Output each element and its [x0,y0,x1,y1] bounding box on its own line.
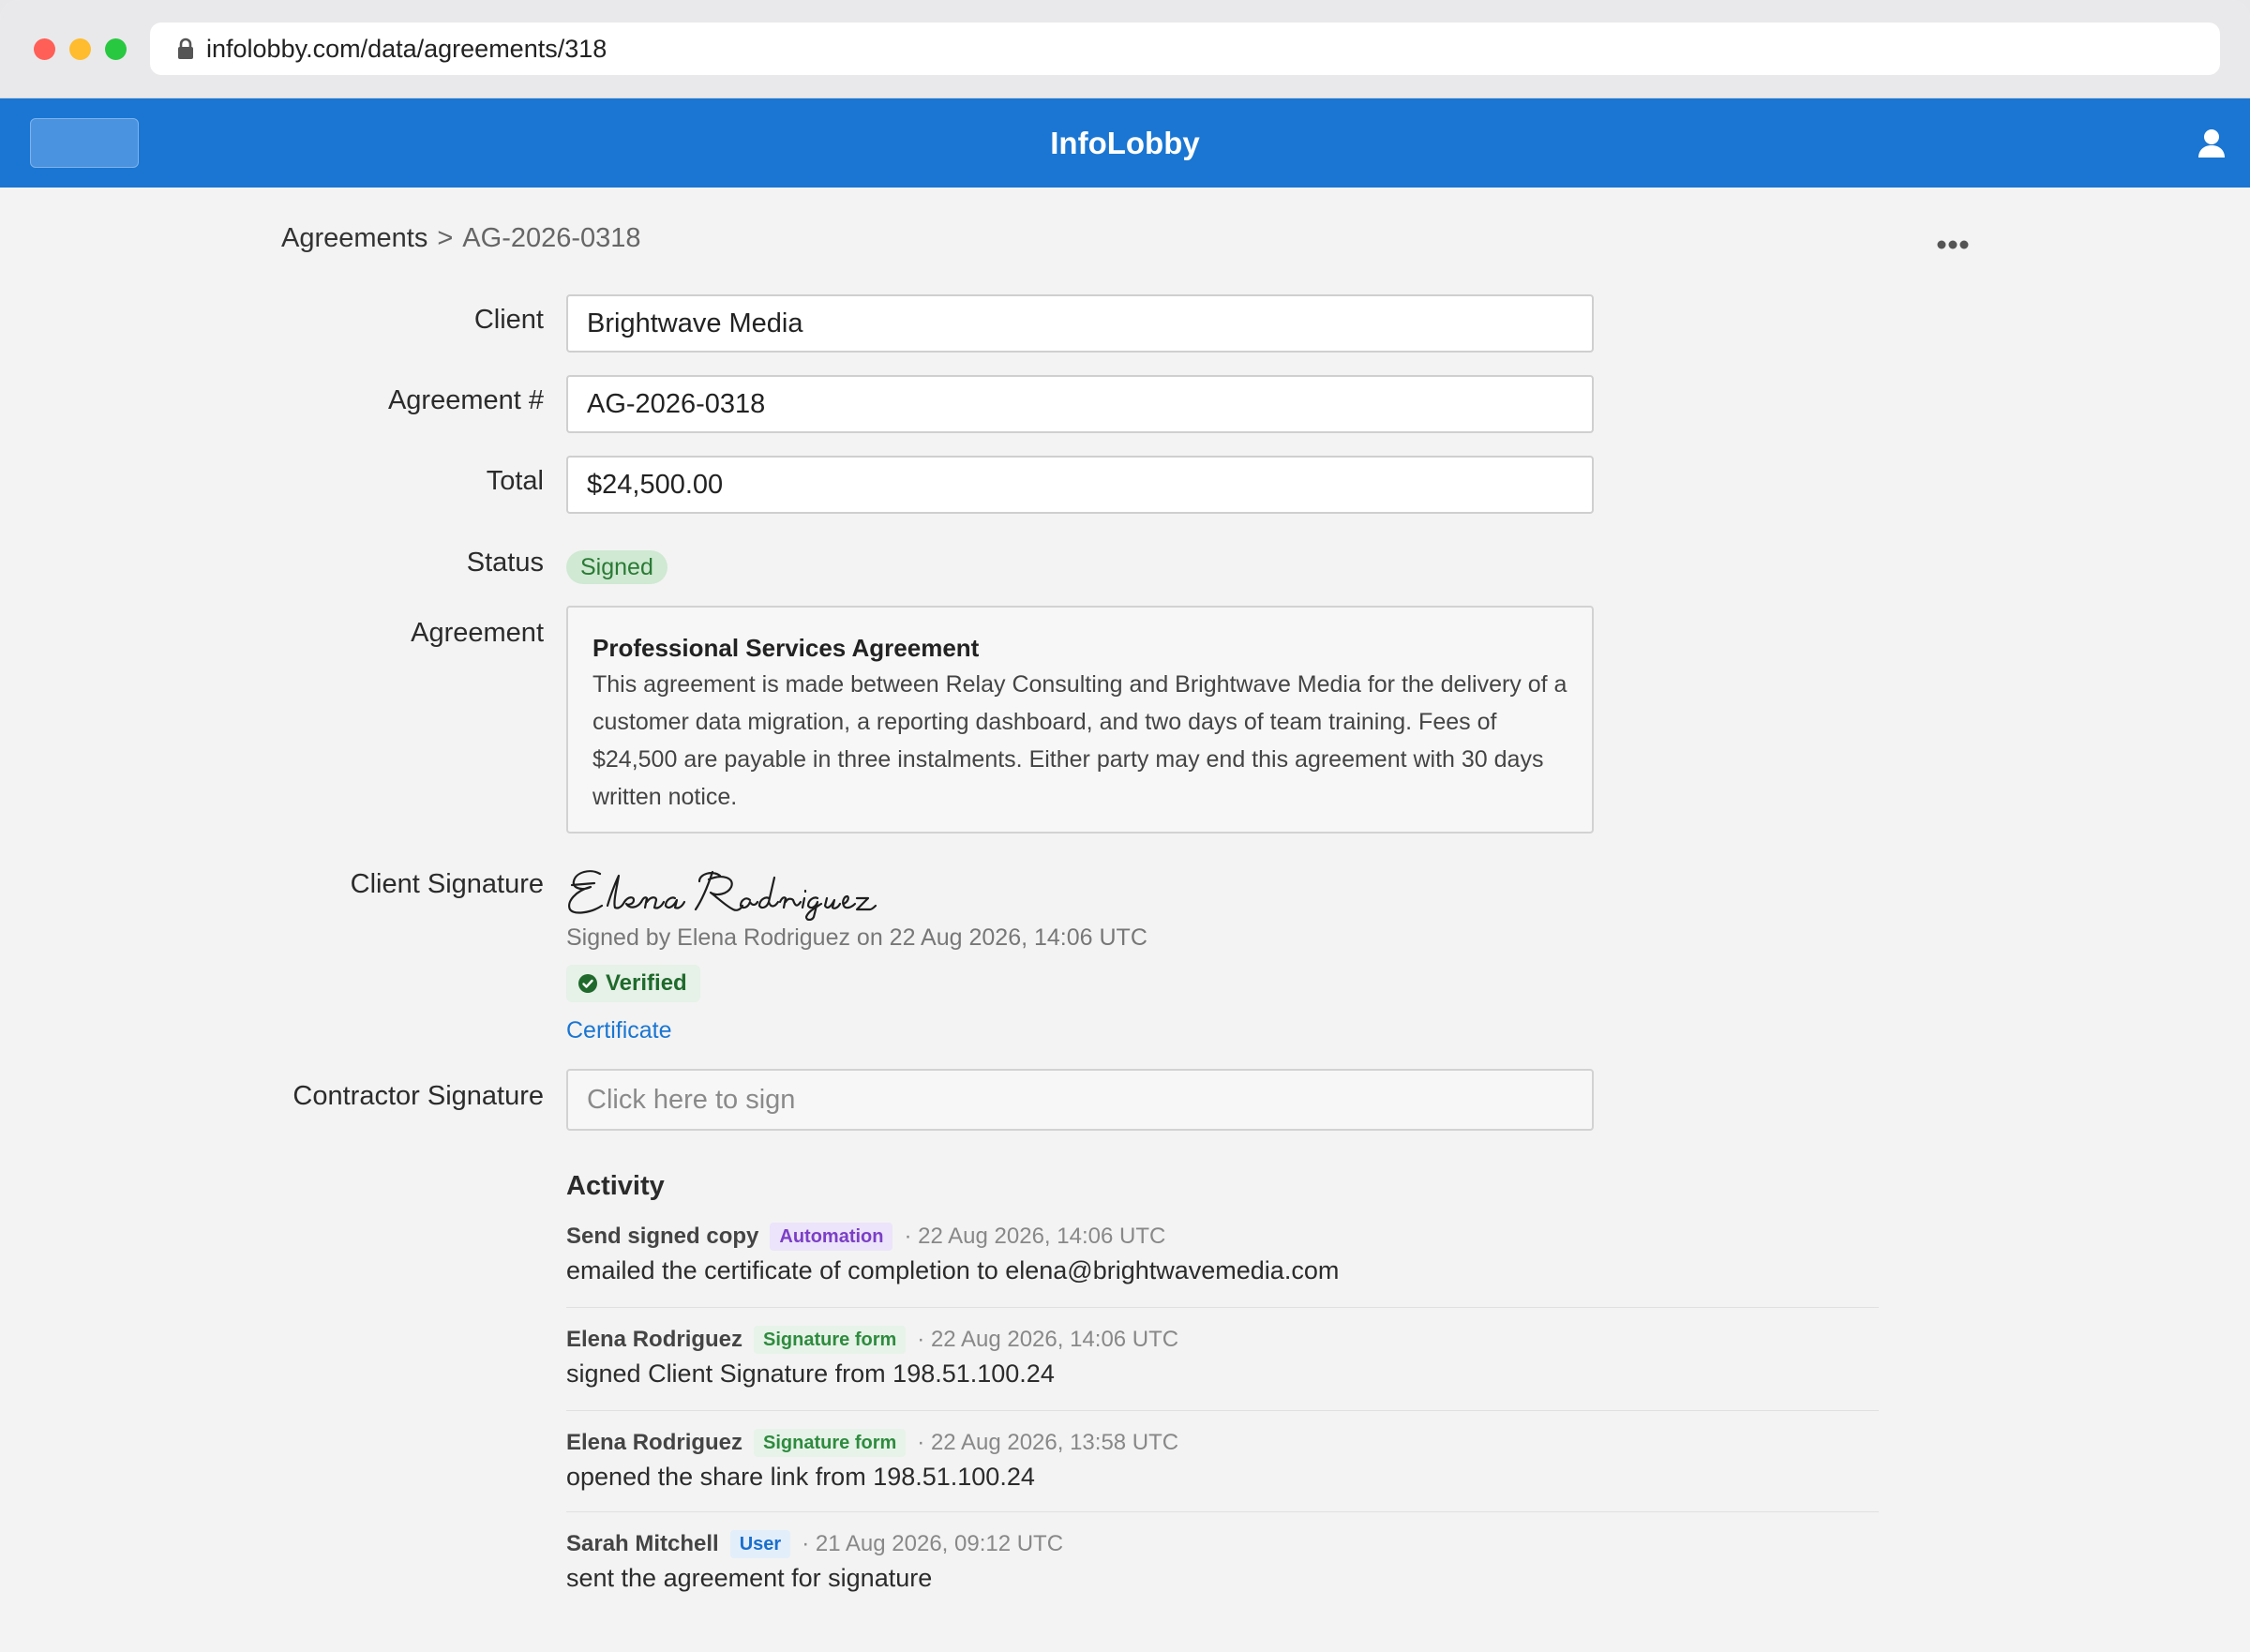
close-window-button[interactable] [34,38,55,60]
activity-source-tag: Signature form [754,1429,907,1457]
agreement-number-field[interactable]: AG-2026-0318 [566,375,1594,433]
address-bar[interactable]: infolobby.com/data/agreements/318 [150,23,2220,75]
client-signature-image [568,870,878,921]
activity-source-tag: Signature form [754,1326,907,1354]
activity-item: Elena Rodriguez Signature form · 22 Aug … [566,1427,1879,1492]
activity-text: signed Client Signature from 198.51.100.… [566,1359,1055,1388]
activity-actor: Elena Rodriguez [566,1327,743,1352]
verified-badge: Verified [566,965,700,1002]
activity-text: sent the agreement for signature [566,1564,933,1592]
activity-source-tag: Automation [770,1223,893,1251]
user-icon[interactable] [2198,128,2226,158]
check-circle-icon [578,974,597,993]
app-header: InfoLobby [0,98,2250,188]
breadcrumb: Agreements > AG-2026-0318 [281,223,641,254]
activity-actor: Send signed copy [566,1224,759,1249]
activity-divider [566,1410,1879,1411]
agreement-title: Professional Services Agreement [592,634,980,662]
status-badge: Signed [566,550,668,584]
agreement-content: Professional Services Agreement This agr… [566,606,1594,834]
verified-label: Verified [606,970,687,996]
agreement-number-label: Agreement # [387,385,544,415]
activity-text: emailed the certificate of completion to… [566,1256,1340,1284]
activity-title: Activity [566,1171,665,1201]
activity-source-tag: User [729,1530,791,1558]
activity-time: · 21 Aug 2026, 09:12 UTC [802,1531,1064,1556]
status-label: Status [466,548,544,578]
activity-item: Send signed copy Automation · 22 Aug 202… [566,1221,1879,1285]
activity-divider [566,1511,1879,1512]
client-field[interactable]: Brightwave Media [566,294,1594,353]
certificate-link[interactable]: Certificate [566,1017,672,1044]
total-label: Total [486,466,544,496]
contractor-signature-label: Contractor Signature [292,1081,544,1111]
app-title: InfoLobby [1050,126,1200,160]
activity-item: Elena Rodriguez Signature form · 22 Aug … [566,1324,1879,1389]
lock-icon [178,38,193,59]
activity-time: · 22 Aug 2026, 14:06 UTC [917,1327,1179,1352]
activity-actor: Elena Rodriguez [566,1430,743,1455]
browser-window: infolobby.com/data/agreements/318 InfoLo… [0,0,2250,1652]
activity-item: Sarah Mitchell User · 21 Aug 2026, 09:12… [566,1528,1879,1593]
more-icon[interactable] [1937,238,1969,251]
client-label: Client [473,305,544,335]
breadcrumb-separator: > [437,223,454,253]
maximize-window-button[interactable] [105,38,127,60]
minimize-window-button[interactable] [69,38,91,60]
activity-time: · 22 Aug 2026, 14:06 UTC [904,1224,1166,1249]
agreement-text: This agreement is made between Relay Con… [592,671,1568,810]
total-field[interactable]: $24,500.00 [566,456,1594,514]
activity-divider [566,1307,1879,1308]
activity-actor: Sarah Mitchell [566,1531,719,1556]
breadcrumb-current: AG-2026-0318 [462,223,641,253]
activity-time: · 22 Aug 2026, 13:58 UTC [917,1430,1179,1455]
signed-by-text: Signed by Elena Rodriguez on 22 Aug 2026… [566,924,1148,951]
agreement-label: Agreement [411,618,544,648]
breadcrumb-root-link[interactable]: Agreements [281,223,428,253]
client-signature-label: Client Signature [350,869,544,899]
url-text: infolobby.com/data/agreements/318 [206,35,608,63]
browser-chrome: infolobby.com/data/agreements/318 [0,0,2250,98]
contractor-signature-field[interactable]: Click here to sign [566,1069,1594,1131]
activity-text: opened the share link from 198.51.100.24 [566,1463,1035,1491]
